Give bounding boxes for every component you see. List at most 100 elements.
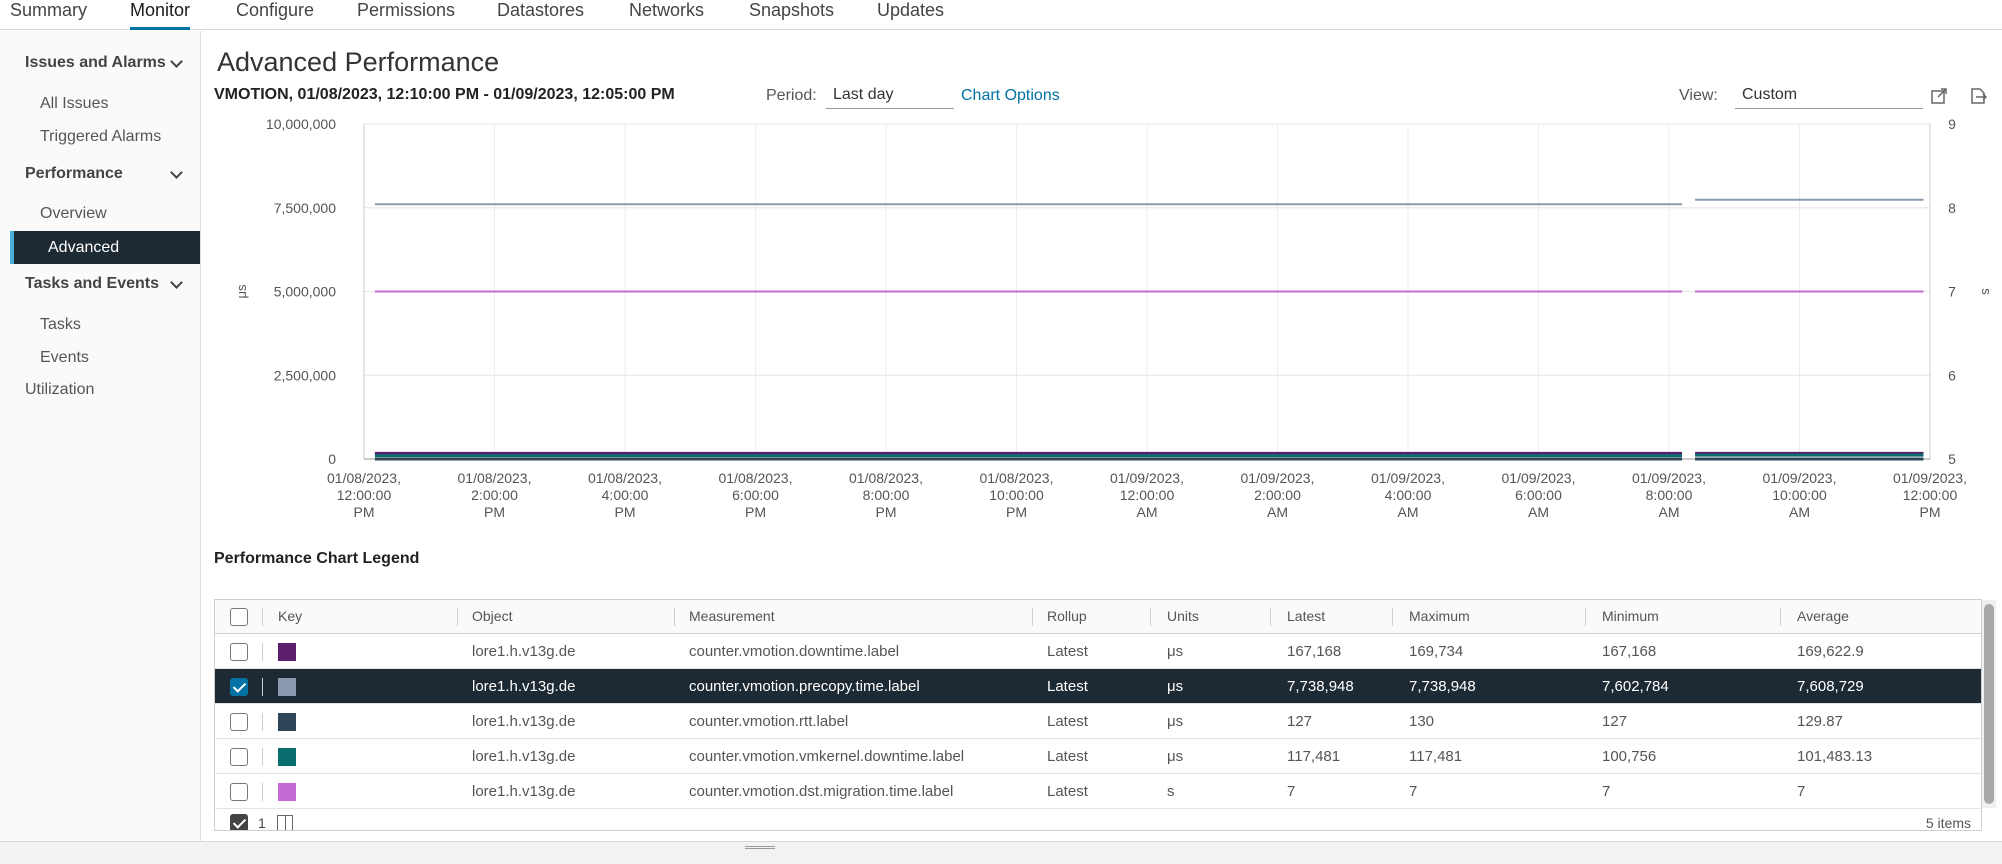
y-tick-label-right: 9	[1948, 116, 1956, 132]
row-checkbox[interactable]	[230, 783, 248, 801]
performance-chart: 10,000,000 9 7,500,000 8 5,000,000 7 2,500,000…	[234, 116, 1994, 520]
cell-units: s	[1167, 783, 1175, 800]
column-separator	[262, 783, 263, 801]
column-separator[interactable]	[1150, 608, 1151, 626]
chevron-down-icon[interactable]	[170, 55, 183, 68]
column-header-units[interactable]: Units	[1167, 608, 1199, 624]
tab-monitor[interactable]: Monitor	[130, 0, 191, 30]
sidebar-item-events[interactable]: Events	[40, 349, 89, 367]
row-checkbox[interactable]	[230, 678, 248, 696]
tab-permissions[interactable]: Permissions	[357, 0, 455, 30]
tab-networks[interactable]: Networks	[629, 0, 704, 30]
chevron-down-icon[interactable]	[170, 166, 183, 179]
cell-units: μs	[1167, 748, 1184, 765]
row-checkbox[interactable]	[230, 713, 248, 731]
table-row[interactable]: lore1.h.v13g.de counter.vmotion.downtime.…	[215, 634, 1981, 669]
row-checkbox[interactable]	[230, 748, 248, 766]
drag-handle-icon[interactable]	[745, 846, 775, 849]
table-row[interactable]: lore1.h.v13g.de counter.vmotion.dst.migra…	[215, 774, 1981, 809]
tab-configure[interactable]: Configure	[236, 0, 314, 30]
column-header-rollup[interactable]: Rollup	[1047, 608, 1087, 624]
column-header-latest[interactable]: Latest	[1287, 608, 1325, 624]
cell-minimum: 7,602,784	[1602, 678, 1669, 695]
view-label: View:	[1679, 87, 1718, 104]
chart-options-link[interactable]: Chart Options	[961, 87, 1060, 105]
x-tick-label: PM	[876, 504, 897, 520]
column-separator[interactable]	[1780, 608, 1781, 626]
column-separator[interactable]	[1032, 608, 1033, 626]
popout-icon[interactable]	[1929, 86, 1949, 106]
x-tick-label: AM	[1789, 504, 1810, 520]
export-icon[interactable]	[1968, 86, 1988, 106]
period-label: Period:	[766, 87, 817, 104]
column-separator[interactable]	[674, 608, 675, 626]
column-separator	[262, 608, 263, 626]
column-separator	[262, 713, 263, 731]
sidebar-item-overview[interactable]: Overview	[40, 205, 107, 223]
legend-scrollbar[interactable]	[1982, 600, 1996, 808]
tab-updates[interactable]: Updates	[877, 0, 944, 30]
x-tick-label: 01/09/2023,	[1371, 470, 1445, 486]
x-tick-label: 01/09/2023,	[1241, 470, 1315, 486]
sidebar-group-tasks-and-events[interactable]: Tasks and Events	[25, 275, 159, 293]
x-tick-label: 01/09/2023,	[1502, 470, 1576, 486]
table-row[interactable]: lore1.h.v13g.de counter.vmotion.rtt.label…	[215, 704, 1981, 739]
legend-grid-header: Key Object Measurement Rollup Units Late…	[215, 600, 1981, 634]
cell-latest: 117,481	[1287, 748, 1341, 765]
table-row[interactable]: lore1.h.v13g.de counter.vmotion.precopy.t…	[215, 669, 1981, 704]
sidebar-item-tasks[interactable]: Tasks	[40, 316, 81, 334]
cell-minimum: 167,168	[1602, 643, 1657, 660]
sidebar-item-utilization[interactable]: Utilization	[25, 381, 94, 399]
period-select[interactable]: Last day	[826, 84, 954, 109]
y-tick-label-right: 6	[1948, 367, 1956, 383]
x-tick-label: 2:00:00	[471, 487, 518, 503]
y-tick-label-left: 7,500,000	[274, 200, 336, 216]
sidebar-item-triggered-alarms[interactable]: Triggered Alarms	[40, 128, 161, 146]
column-separator	[262, 678, 263, 696]
x-tick-label: 01/09/2023,	[1763, 470, 1837, 486]
page-title: Advanced Performance	[217, 47, 500, 77]
legend-title: Performance Chart Legend	[214, 550, 420, 567]
view-select[interactable]: Custom	[1735, 84, 1923, 109]
y-tick-label-left: 10,000,000	[266, 116, 336, 132]
tab-snapshots[interactable]: Snapshots	[749, 0, 834, 30]
column-header-minimum[interactable]: Minimum	[1602, 608, 1659, 624]
sidebar-item-all-issues[interactable]: All Issues	[40, 95, 108, 113]
column-header-key[interactable]: Key	[278, 608, 302, 624]
sidebar-group-label: Issues and Alarms	[25, 54, 166, 71]
x-tick-label: PM	[615, 504, 636, 520]
chevron-down-icon[interactable]	[170, 276, 183, 289]
column-separator[interactable]	[1392, 608, 1393, 626]
cell-object: lore1.h.v13g.de	[472, 748, 576, 765]
column-separator[interactable]	[457, 608, 458, 626]
x-tick-label: 10:00:00	[989, 487, 1044, 503]
column-header-average[interactable]: Average	[1797, 608, 1849, 624]
tab-summary[interactable]: Summary	[10, 0, 87, 30]
sidebar-item-advanced[interactable]: Advanced	[10, 231, 200, 264]
cell-rollup: Latest	[1047, 748, 1088, 765]
column-separator[interactable]	[1270, 608, 1271, 626]
cell-rollup: Latest	[1047, 783, 1088, 800]
cell-object: lore1.h.v13g.de	[472, 643, 576, 660]
x-tick-label: PM	[1006, 504, 1027, 520]
row-checkbox[interactable]	[230, 643, 248, 661]
column-toggle-icon[interactable]	[277, 815, 293, 830]
cell-latest: 127	[1287, 713, 1313, 730]
scrollbar-thumb[interactable]	[1984, 604, 1994, 804]
x-tick-label: 01/08/2023,	[980, 470, 1054, 486]
column-separator[interactable]	[1585, 608, 1586, 626]
column-header-object[interactable]: Object	[472, 608, 512, 624]
tab-datastores[interactable]: Datastores	[497, 0, 584, 30]
cell-units: μs	[1167, 643, 1184, 660]
sidebar-group-issues-and-alarms[interactable]: Issues and Alarms	[25, 54, 166, 72]
select-all-checkbox[interactable]	[230, 608, 248, 626]
x-tick-label: PM	[484, 504, 505, 520]
sidebar-group-performance[interactable]: Performance	[25, 165, 123, 183]
cell-minimum: 127	[1602, 713, 1628, 730]
column-header-measurement[interactable]: Measurement	[689, 608, 775, 624]
cell-maximum: 7,738,948	[1409, 678, 1476, 695]
column-header-maximum[interactable]: Maximum	[1409, 608, 1470, 624]
x-tick-label: 8:00:00	[1646, 487, 1693, 503]
selected-count-checkbox[interactable]	[230, 814, 248, 830]
table-row[interactable]: lore1.h.v13g.de counter.vmotion.vmkernel.…	[215, 739, 1981, 774]
